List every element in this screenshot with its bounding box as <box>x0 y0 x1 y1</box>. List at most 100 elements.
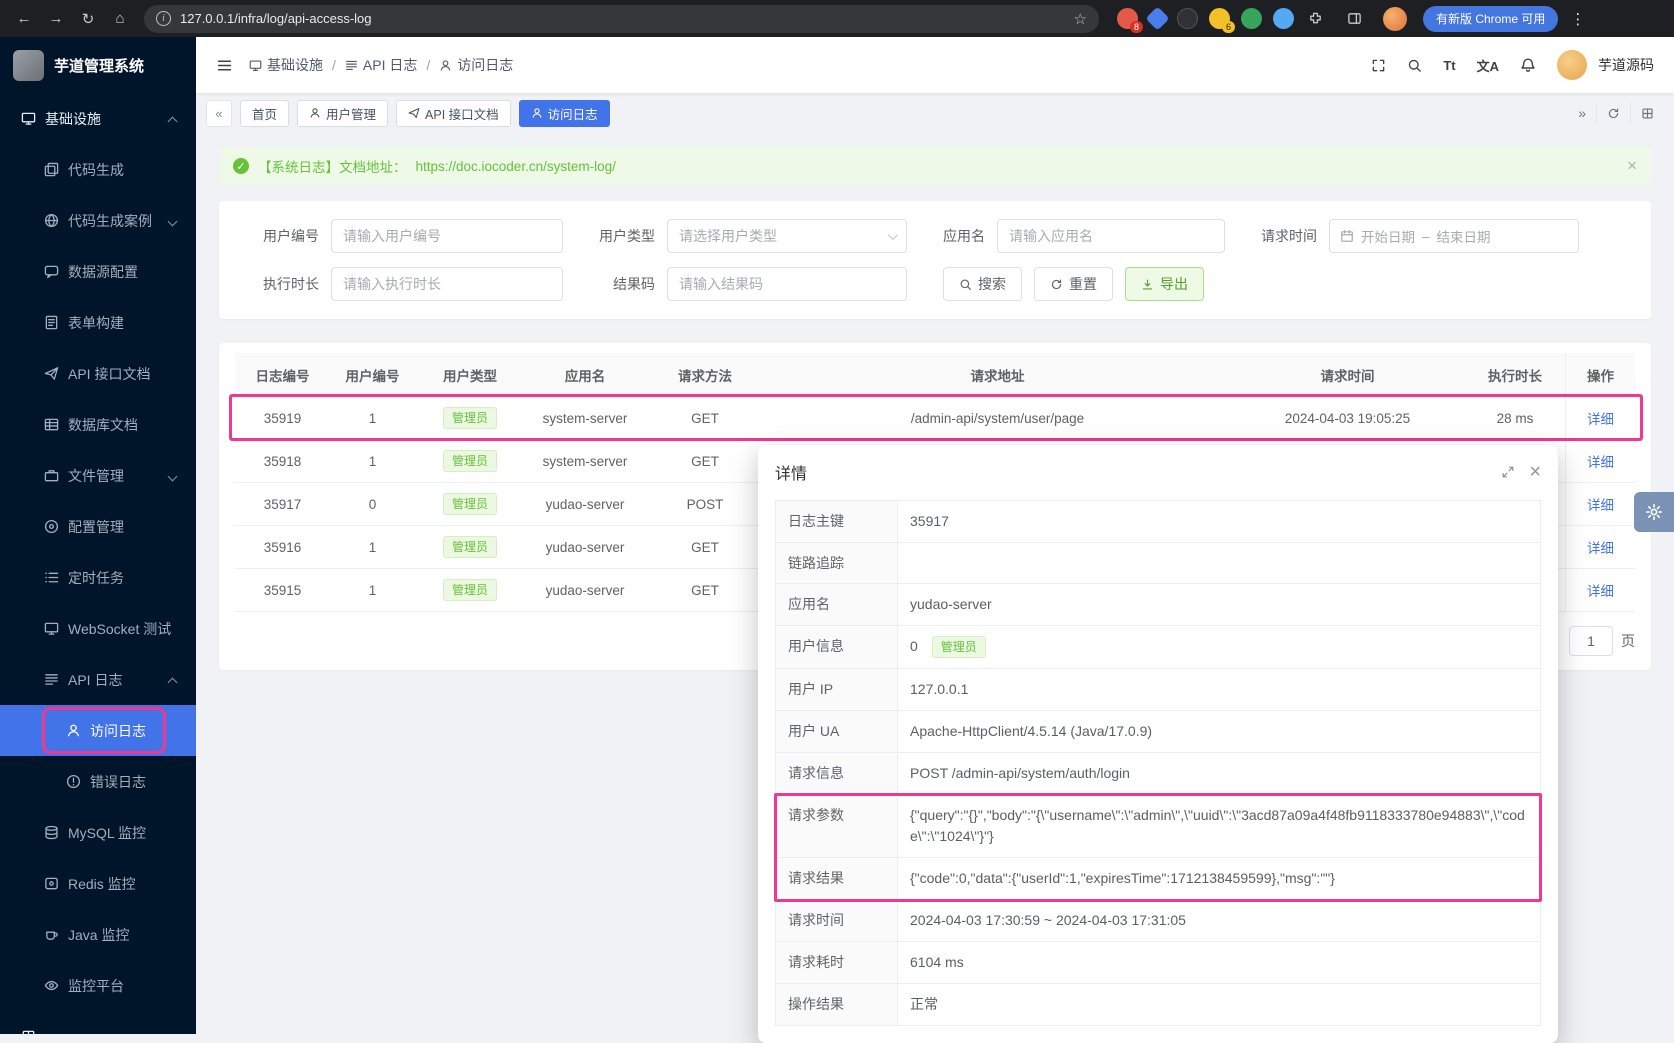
user-type-select[interactable]: 请选择用户类型 <box>667 219 907 253</box>
sidebar-item-websocket-test[interactable]: WebSocket 测试 <box>0 603 196 654</box>
sidebar-item-java-monitor[interactable]: Java 监控 <box>0 909 196 960</box>
sidebar-item-redis-monitor[interactable]: Redis 监控 <box>0 858 196 909</box>
select-placeholder: 请选择用户类型 <box>679 226 777 246</box>
sidebar-item-code-gen-example[interactable]: 代码生成案例 <box>0 195 196 246</box>
address-bar[interactable]: i 127.0.0.1/infra/log/api-access-log ☆ <box>144 5 1099 33</box>
export-button[interactable]: 导出 <box>1125 267 1204 301</box>
forward-icon[interactable]: → <box>42 5 70 33</box>
detail-link[interactable]: 详细 <box>1587 451 1614 471</box>
refresh-tab-icon[interactable] <box>1596 103 1630 123</box>
back-icon[interactable]: ← <box>10 5 38 33</box>
reset-button[interactable]: 重置 <box>1034 267 1113 301</box>
bell-icon[interactable] <box>1520 57 1536 73</box>
tab-access-log[interactable]: 访问日志 <box>519 100 610 127</box>
app-logo[interactable]: 芋道管理系统 <box>0 37 196 93</box>
extension-icon-yellow[interactable]: 6 <box>1209 8 1230 29</box>
extension-icon-blue-diamond[interactable] <box>1145 6 1169 30</box>
sidebar-item-code-generation[interactable]: 代码生成 <box>0 144 196 195</box>
sidebar-item-scheduled-tasks[interactable]: 定时任务 <box>0 552 196 603</box>
sidebar-item-monitor-platform[interactable]: 监控平台 <box>0 960 196 1011</box>
extension-icon-red[interactable]: 8 <box>1117 8 1138 29</box>
username-label[interactable]: 芋道源码 <box>1598 55 1654 75</box>
extension-badge: 8 <box>1130 21 1143 33</box>
home-icon[interactable]: ⌂ <box>106 5 134 33</box>
sidebar-item-api-log[interactable]: API 日志 <box>0 654 196 705</box>
sidebar-item-file-management[interactable]: 文件管理 <box>0 450 196 501</box>
search-button[interactable]: 搜索 <box>943 267 1022 301</box>
filter-row-1: 用户编号 用户类型 请选择用户类型 应用名 请求时间 <box>241 219 1629 253</box>
column-header: 用户编号 <box>330 365 415 385</box>
sidebar-item-api-docs[interactable]: API 接口文档 <box>0 348 196 399</box>
user-id-input[interactable] <box>331 219 563 253</box>
site-info-icon[interactable]: i <box>156 11 171 26</box>
sidebar-item-label: 数据库文档 <box>68 415 138 435</box>
collapse-menu-icon[interactable] <box>216 57 233 74</box>
breadcrumb-separator: / <box>426 57 430 73</box>
sidebar-item-mysql-monitor[interactable]: MySQL 监控 <box>0 807 196 858</box>
tab-user-management[interactable]: 用户管理 <box>297 100 388 127</box>
sidebar-item-label: API 接口文档 <box>68 364 150 384</box>
app-header: 基础设施 / API 日志 / 访问日志 Tt 文A <box>196 37 1674 93</box>
layout-grid-icon[interactable] <box>1630 103 1664 123</box>
request-time-range-picker[interactable]: 开始日期 – 结束日期 <box>1329 219 1579 253</box>
cell-user-type: 管理员 <box>415 450 525 472</box>
sidebar-item-partial[interactable] <box>0 1011 196 1034</box>
duration-input[interactable] <box>331 267 563 301</box>
tab-api-docs[interactable]: API 接口文档 <box>396 100 511 127</box>
cell-method: POST <box>645 497 765 512</box>
sidebar-item-label: Redis 监控 <box>68 874 136 894</box>
detail-link[interactable]: 详细 <box>1587 408 1614 428</box>
scroll-right-icon[interactable]: » <box>1568 103 1596 123</box>
table-icon <box>44 417 59 432</box>
detail-link[interactable]: 详细 <box>1587 537 1614 557</box>
browser-profile-avatar[interactable] <box>1383 7 1407 31</box>
system-log-banner: ✓ 【系统日志】文档地址： https://doc.iocoder.cn/sys… <box>219 147 1651 185</box>
breadcrumb-label: API 日志 <box>363 55 417 75</box>
copy-icon <box>44 162 59 177</box>
breadcrumb-item-infrastructure[interactable]: 基础设施 <box>249 55 323 75</box>
breadcrumb-item-access-log[interactable]: 访问日志 <box>439 55 513 75</box>
font-size-icon[interactable]: Tt <box>1443 58 1455 73</box>
extension-icon-lightblue[interactable] <box>1273 8 1294 29</box>
sidebar-item-db-docs[interactable]: 数据库文档 <box>0 399 196 450</box>
extension-icon-dark[interactable] <box>1177 8 1198 29</box>
extension-icon-green[interactable] <box>1241 8 1262 29</box>
detail-link[interactable]: 详细 <box>1587 494 1614 514</box>
bookmark-star-icon[interactable]: ☆ <box>1074 10 1087 28</box>
banner-doc-link[interactable]: https://doc.iocoder.cn/system-log/ <box>416 159 616 174</box>
result-code-input[interactable] <box>667 267 907 301</box>
banner-close-icon[interactable]: × <box>1627 156 1637 176</box>
side-panel-icon[interactable] <box>1347 11 1362 26</box>
extensions-puzzle-icon[interactable] <box>1305 8 1326 29</box>
person-icon <box>531 107 543 119</box>
person-icon <box>66 723 81 738</box>
tab-home[interactable]: 首页 <box>240 100 289 127</box>
search-icon[interactable] <box>1407 58 1422 73</box>
sidebar-item-infrastructure[interactable]: 基础设施 <box>0 93 196 144</box>
close-icon[interactable]: × <box>1529 462 1541 482</box>
theme-settings-button[interactable] <box>1634 492 1674 532</box>
sidebar-item-datasource-config[interactable]: 数据源配置 <box>0 246 196 297</box>
cell-duration: 28 ms <box>1465 411 1565 426</box>
sidebar-item-error-log[interactable]: 错误日志 <box>0 756 196 807</box>
table-row[interactable]: 35919 1 管理员 system-server GET /admin-api… <box>235 397 1635 440</box>
description-label: 链路追踪 <box>776 543 898 583</box>
scroll-left-icon[interactable]: « <box>206 100 232 127</box>
detail-link[interactable]: 详细 <box>1587 580 1614 600</box>
sidebar-item-form-builder[interactable]: 表单构建 <box>0 297 196 348</box>
sidebar-item-config-management[interactable]: 配置管理 <box>0 501 196 552</box>
description-value: 127.0.0.1 <box>898 669 1540 710</box>
language-icon[interactable]: 文A <box>1477 56 1499 75</box>
browser-menu-icon[interactable]: ⋮ <box>1570 10 1585 28</box>
app-name-input[interactable] <box>997 219 1225 253</box>
chrome-update-button[interactable]: 有新版 Chrome 可用 <box>1423 6 1558 32</box>
breadcrumb-item-api-log[interactable]: API 日志 <box>345 55 417 75</box>
chevron-up-icon <box>168 678 178 688</box>
reload-icon[interactable]: ↻ <box>74 5 102 33</box>
maximize-icon[interactable] <box>1501 465 1515 479</box>
sidebar-item-access-log[interactable]: 访问日志 <box>0 705 196 756</box>
page-number-input[interactable] <box>1569 626 1613 656</box>
fullscreen-icon[interactable] <box>1371 58 1386 73</box>
user-avatar[interactable] <box>1557 50 1587 80</box>
filter-user-id: 用户编号 <box>241 219 563 253</box>
